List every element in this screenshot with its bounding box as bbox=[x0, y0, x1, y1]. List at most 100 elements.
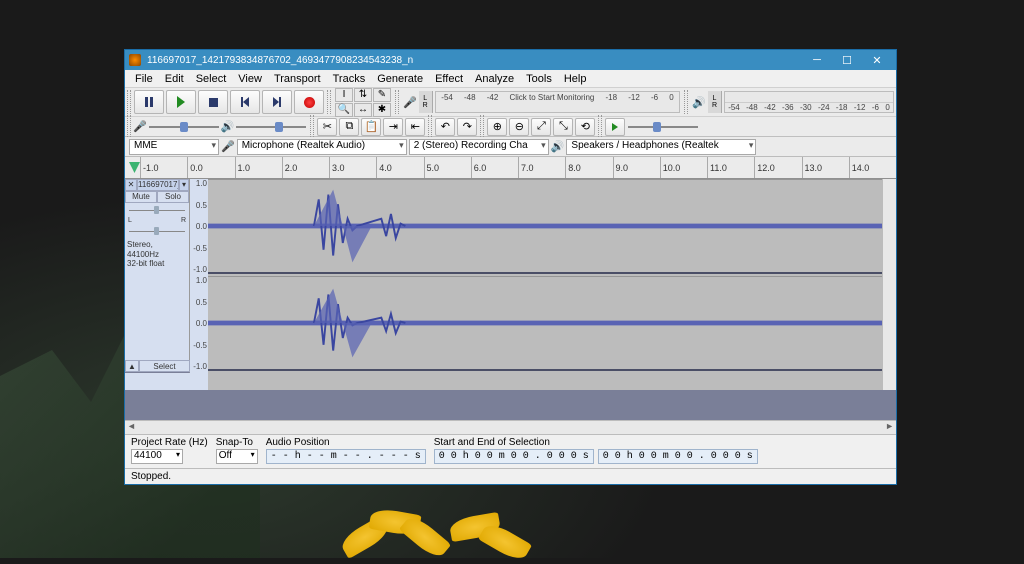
menu-help[interactable]: Help bbox=[558, 73, 593, 85]
selection-start-field[interactable]: 0 0 h 0 0 m 0 0 . 0 0 0 s bbox=[434, 449, 594, 464]
cut-icon[interactable]: ✂ bbox=[317, 118, 337, 136]
meter-tick: 0 bbox=[669, 93, 673, 102]
menu-file[interactable]: File bbox=[129, 73, 159, 85]
ruler-tick: 9.0 bbox=[613, 157, 660, 179]
track-bitdepth-label: 32-bit float bbox=[127, 259, 187, 269]
play-at-speed-button[interactable] bbox=[605, 118, 625, 136]
zoom-out-icon[interactable]: ⊖ bbox=[509, 118, 529, 136]
meter-tick: -12 bbox=[854, 103, 866, 112]
close-button[interactable]: ✕ bbox=[862, 50, 892, 70]
empty-track-area[interactable] bbox=[125, 390, 896, 420]
ruler-tick: 14.0 bbox=[849, 157, 896, 179]
recording-volume-slider[interactable] bbox=[149, 120, 219, 134]
recording-channels-dropdown[interactable]: 2 (Stereo) Recording Cha bbox=[409, 139, 549, 155]
playback-meter[interactable]: -54 -48 -42 -36 -30 -24 -18 -12 -6 0 bbox=[724, 91, 894, 113]
recording-device-dropdown[interactable]: Microphone (Realtek Audio) bbox=[237, 139, 407, 155]
speaker-icon[interactable]: 🔊 bbox=[692, 96, 706, 109]
audio-host-dropdown[interactable]: MME bbox=[129, 139, 219, 155]
minimize-button[interactable]: ─ bbox=[802, 50, 832, 70]
menu-generate[interactable]: Generate bbox=[371, 73, 429, 85]
ruler-tick: 8.0 bbox=[565, 157, 612, 179]
silence-icon[interactable]: ⇤ bbox=[405, 118, 425, 136]
menu-view[interactable]: View bbox=[232, 73, 268, 85]
paste-icon[interactable]: 📋 bbox=[361, 118, 381, 136]
toolbar-grip[interactable] bbox=[480, 115, 484, 139]
skip-start-button[interactable] bbox=[230, 90, 260, 114]
menu-tools[interactable]: Tools bbox=[520, 73, 558, 85]
mute-button[interactable]: Mute bbox=[125, 191, 157, 203]
multi-tool-icon[interactable]: ✱ bbox=[373, 103, 391, 117]
toolbar-grip[interactable] bbox=[127, 90, 131, 114]
amp-label: 0.0 bbox=[190, 319, 207, 328]
playhead-icon[interactable] bbox=[129, 162, 140, 173]
titlebar[interactable]: 116697017_1421793834876702_4693477908234… bbox=[125, 50, 896, 70]
track-menu-button[interactable]: ▾ bbox=[179, 179, 189, 191]
track-close-button[interactable]: ✕ bbox=[125, 179, 137, 191]
draw-tool-icon[interactable]: ✎ bbox=[373, 88, 391, 102]
track-control-panel[interactable]: ✕ 116697017_ ▾ Mute Solo L R Stereo, 441… bbox=[125, 179, 190, 373]
tools-grid: I ⇅ ✎ 🔍 ↔ ✱ bbox=[335, 88, 391, 117]
undo-icon[interactable]: ↶ bbox=[435, 118, 455, 136]
toolbar-grip[interactable] bbox=[327, 90, 331, 114]
track-select-button[interactable]: Select bbox=[139, 360, 190, 372]
toolbar-grip[interactable] bbox=[684, 90, 688, 114]
menu-tracks[interactable]: Tracks bbox=[327, 73, 372, 85]
record-button[interactable] bbox=[294, 90, 324, 114]
toolbar-grip[interactable] bbox=[428, 115, 432, 139]
ruler-tick: 13.0 bbox=[802, 157, 849, 179]
selection-tool-icon[interactable]: I bbox=[335, 88, 353, 102]
zoom-toggle-icon[interactable]: ⟲ bbox=[575, 118, 595, 136]
mic-icon[interactable]: 🎤 bbox=[403, 96, 417, 109]
maximize-button[interactable]: ☐ bbox=[832, 50, 862, 70]
menu-edit[interactable]: Edit bbox=[159, 73, 190, 85]
menu-effect[interactable]: Effect bbox=[429, 73, 469, 85]
track-name-dropdown[interactable]: 116697017_ bbox=[137, 179, 179, 191]
meter-tick: -54 bbox=[728, 103, 740, 112]
stop-button[interactable] bbox=[198, 90, 228, 114]
menu-transport[interactable]: Transport bbox=[268, 73, 327, 85]
window-title: 116697017_1421793834876702_4693477908234… bbox=[147, 55, 802, 66]
waveform-left-icon bbox=[208, 180, 882, 272]
recording-meter[interactable]: -54 -48 -42 Click to Start Monitoring -1… bbox=[435, 91, 681, 113]
waveform-display[interactable] bbox=[208, 179, 882, 390]
gain-slider[interactable] bbox=[129, 205, 185, 215]
skip-end-button[interactable] bbox=[262, 90, 292, 114]
project-rate-dropdown[interactable]: 44100 bbox=[131, 449, 183, 464]
zoom-in-icon[interactable]: ⊕ bbox=[487, 118, 507, 136]
meter-tick: -48 bbox=[746, 103, 758, 112]
ruler-tick: 4.0 bbox=[376, 157, 423, 179]
envelope-tool-icon[interactable]: ⇅ bbox=[354, 88, 372, 102]
fit-selection-icon[interactable]: ⤢ bbox=[531, 118, 551, 136]
ruler-tick: 1.0 bbox=[235, 157, 282, 179]
redo-icon[interactable]: ↷ bbox=[457, 118, 477, 136]
toolbar-grip[interactable] bbox=[310, 115, 314, 139]
solo-button[interactable]: Solo bbox=[157, 191, 189, 203]
toolbar-grip[interactable] bbox=[127, 115, 131, 139]
pan-slider[interactable] bbox=[129, 226, 185, 236]
trim-icon[interactable]: ⇥ bbox=[383, 118, 403, 136]
timeline-ruler[interactable]: -1.0 0.0 1.0 2.0 3.0 4.0 5.0 6.0 7.0 8.0… bbox=[125, 157, 896, 179]
playback-volume-slider[interactable] bbox=[236, 120, 306, 134]
toolbar-grip[interactable] bbox=[598, 115, 602, 139]
play-button[interactable] bbox=[166, 90, 196, 114]
selection-end-field[interactable]: 0 0 h 0 0 m 0 0 . 0 0 0 s bbox=[598, 449, 758, 464]
amp-label: 1.0 bbox=[190, 179, 207, 188]
zoom-tool-icon[interactable]: 🔍 bbox=[335, 103, 353, 117]
playback-device-dropdown[interactable]: Speakers / Headphones (Realtek bbox=[566, 139, 756, 155]
playback-speed-slider[interactable] bbox=[628, 120, 698, 134]
pause-button[interactable] bbox=[134, 90, 164, 114]
toolbar-grip[interactable] bbox=[395, 90, 399, 114]
app-icon bbox=[129, 54, 141, 66]
menu-select[interactable]: Select bbox=[190, 73, 233, 85]
snap-to-dropdown[interactable]: Off bbox=[216, 449, 258, 464]
ruler-tick: 5.0 bbox=[424, 157, 471, 179]
menu-analyze[interactable]: Analyze bbox=[469, 73, 520, 85]
vertical-scrollbar[interactable] bbox=[882, 179, 896, 390]
timeshift-tool-icon[interactable]: ↔ bbox=[354, 103, 372, 117]
selection-mode-label[interactable]: Start and End of Selection bbox=[434, 437, 758, 448]
audio-position-field[interactable]: - - h - - m - - . - - - s bbox=[266, 449, 426, 464]
fit-project-icon[interactable]: ⤡ bbox=[553, 118, 573, 136]
track-collapse-button[interactable]: ▲ bbox=[125, 360, 139, 372]
horizontal-scrollbar[interactable] bbox=[125, 420, 896, 434]
copy-icon[interactable]: ⧉ bbox=[339, 118, 359, 136]
